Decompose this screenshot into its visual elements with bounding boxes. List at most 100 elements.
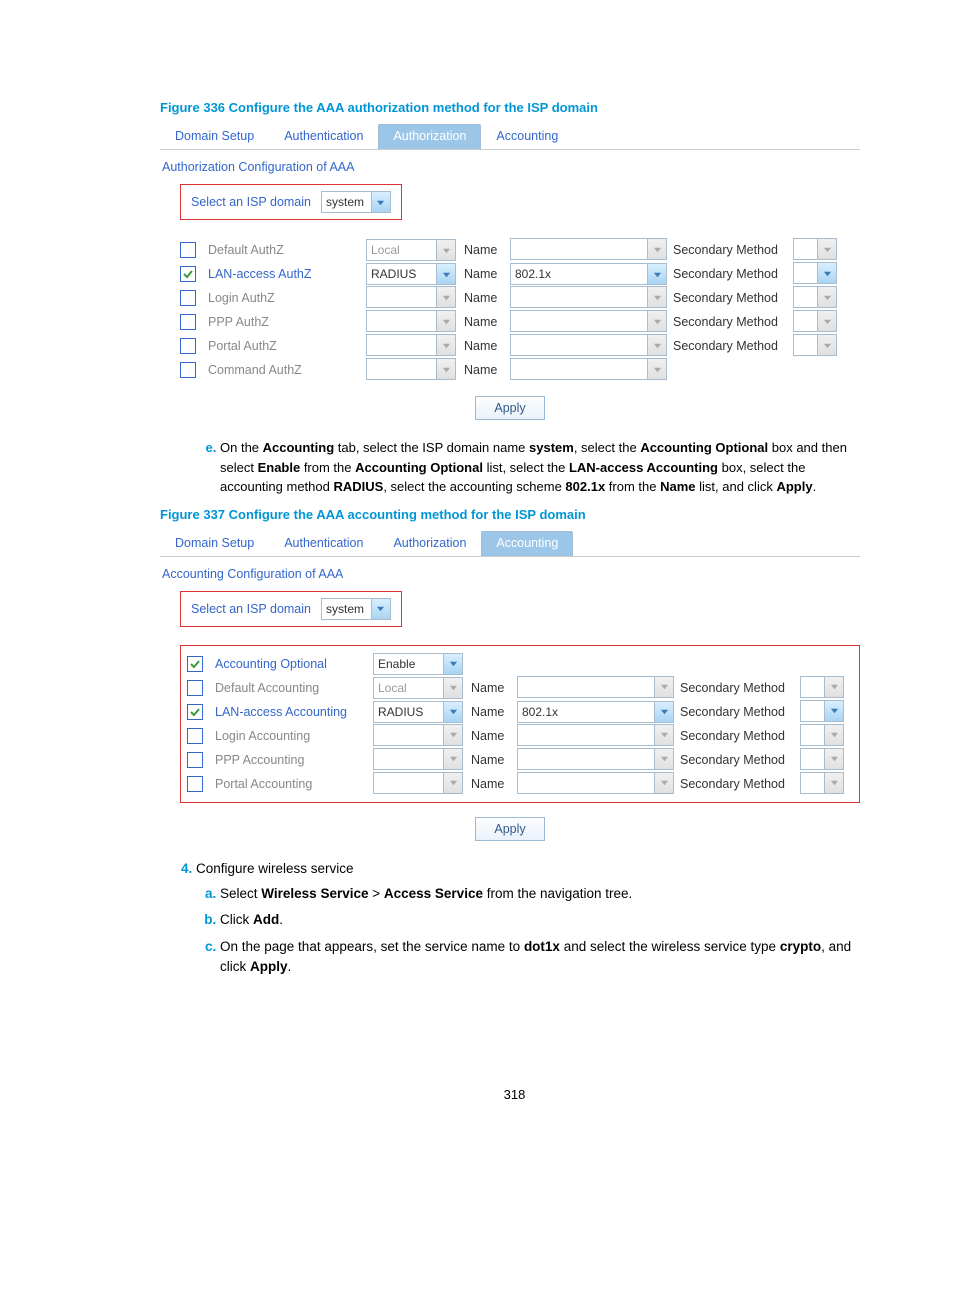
chevron-down-icon <box>436 359 455 379</box>
row-checkbox[interactable] <box>180 290 196 306</box>
isp-domain-row-fig1: Select an ISP domain system <box>180 184 402 220</box>
name-label: Name <box>471 705 509 719</box>
config-row: Accounting Optional Enable <box>187 652 853 676</box>
chevron-down-icon <box>824 773 843 793</box>
scheme-select-value <box>511 335 647 355</box>
scheme-select <box>510 334 667 356</box>
tab-accounting[interactable]: Accounting <box>481 531 573 556</box>
tab-authorization[interactable]: Authorization <box>378 124 481 149</box>
secondary-method-label: Secondary Method <box>680 729 792 743</box>
chevron-down-icon <box>824 701 843 721</box>
config-row: Command AuthZName <box>180 358 860 382</box>
method-select-value <box>374 773 443 793</box>
secondary-method-label: Secondary Method <box>680 681 792 695</box>
chevron-down-icon <box>654 773 673 793</box>
scheme-select-value <box>518 725 654 745</box>
secondary-method-select-value <box>801 725 824 745</box>
tab-domain-setup[interactable]: Domain Setup <box>160 124 269 149</box>
secondary-method-select <box>793 286 837 308</box>
config-row: Default AccountingLocalNameSecondary Met… <box>187 676 853 700</box>
config-row: LAN-access Accounting RADIUS Name 802.1x Sec… <box>187 700 853 724</box>
method-select-value: RADIUS <box>374 702 443 722</box>
apply-button-fig1[interactable]: Apply <box>475 396 544 420</box>
secondary-method-label: Secondary Method <box>680 705 792 719</box>
row-checkbox[interactable] <box>187 752 203 768</box>
row-checkbox[interactable] <box>187 776 203 792</box>
name-label: Name <box>471 777 509 791</box>
scheme-select-value: 802.1x <box>518 702 654 722</box>
scheme-select-value <box>518 677 654 697</box>
secondary-method-label: Secondary Method <box>680 777 792 791</box>
chevron-down-icon <box>817 239 836 259</box>
secondary-method-select-value <box>801 701 824 721</box>
chevron-down-icon <box>371 599 390 619</box>
scheme-select <box>517 772 674 794</box>
chevron-down-icon <box>371 192 390 212</box>
scheme-select <box>517 748 674 770</box>
tab-authentication[interactable]: Authentication <box>269 124 378 149</box>
scheme-select[interactable]: 802.1x <box>517 701 674 723</box>
isp-domain-select[interactable]: system <box>321 191 391 213</box>
name-label: Name <box>471 681 509 695</box>
method-select[interactable]: Enable <box>373 653 463 675</box>
apply-button-fig2[interactable]: Apply <box>475 817 544 841</box>
tab-authorization[interactable]: Authorization <box>378 531 481 556</box>
secondary-method-select <box>800 772 844 794</box>
secondary-method-select[interactable] <box>793 262 837 284</box>
row-label: Default AuthZ <box>208 243 358 257</box>
config-row: LAN-access AuthZRADIUSName802.1xSecondar… <box>180 262 860 286</box>
row-label: LAN-access Accounting <box>215 705 365 719</box>
row-checkbox[interactable] <box>180 362 196 378</box>
chevron-down-icon <box>436 335 455 355</box>
config-row: PPP AccountingNameSecondary Method <box>187 748 853 772</box>
secondary-method-select <box>800 676 844 698</box>
chevron-down-icon <box>647 335 666 355</box>
name-label: Name <box>471 753 509 767</box>
isp-domain-select-2[interactable]: system <box>321 598 391 620</box>
row-checkbox[interactable] <box>187 728 203 744</box>
row-checkbox[interactable] <box>180 242 196 258</box>
method-select-value: Local <box>367 240 436 260</box>
chevron-down-icon <box>436 264 455 284</box>
method-select-value <box>374 725 443 745</box>
scheme-select[interactable]: 802.1x <box>510 263 667 285</box>
secondary-method-select-value <box>794 263 817 283</box>
chevron-down-icon <box>824 749 843 769</box>
tab-accounting[interactable]: Accounting <box>481 124 573 149</box>
scheme-select <box>510 238 667 260</box>
row-checkbox[interactable] <box>187 704 203 720</box>
chevron-down-icon <box>647 287 666 307</box>
secondary-method-select[interactable] <box>800 700 844 722</box>
name-label: Name <box>464 339 502 353</box>
tab-authentication[interactable]: Authentication <box>269 531 378 556</box>
chevron-down-icon <box>647 359 666 379</box>
method-select <box>366 310 456 332</box>
method-select-value: Enable <box>374 654 443 674</box>
secondary-method-select-value <box>794 239 817 259</box>
row-label: Portal AuthZ <box>208 339 358 353</box>
secondary-method-select <box>800 748 844 770</box>
tab-domain-setup[interactable]: Domain Setup <box>160 531 269 556</box>
chevron-down-icon <box>824 725 843 745</box>
row-checkbox[interactable] <box>180 338 196 354</box>
method-select[interactable]: RADIUS <box>373 701 463 723</box>
figure-336-caption: Figure 336 Configure the AAA authorizati… <box>160 100 869 115</box>
row-label: Login AuthZ <box>208 291 358 305</box>
scheme-select <box>510 310 667 332</box>
row-label: Accounting Optional <box>215 657 365 671</box>
fig2-section-title: Accounting Configuration of AAA <box>162 567 860 581</box>
method-select[interactable]: RADIUS <box>366 263 456 285</box>
isp-domain-row-fig2: Select an ISP domain system <box>180 591 402 627</box>
step-e: On the Accounting tab, select the ISP do… <box>220 438 869 497</box>
step-4-title: Configure wireless service <box>196 861 354 876</box>
row-checkbox[interactable] <box>180 314 196 330</box>
fig2-grid: Accounting OptionalEnableDefault Account… <box>180 645 860 803</box>
chevron-down-icon <box>443 749 462 769</box>
method-select <box>366 334 456 356</box>
row-checkbox[interactable] <box>187 680 203 696</box>
row-checkbox[interactable] <box>187 656 203 672</box>
method-select: Local <box>373 677 463 699</box>
chevron-down-icon <box>436 240 455 260</box>
row-checkbox[interactable] <box>180 266 196 282</box>
scheme-select-value <box>511 287 647 307</box>
